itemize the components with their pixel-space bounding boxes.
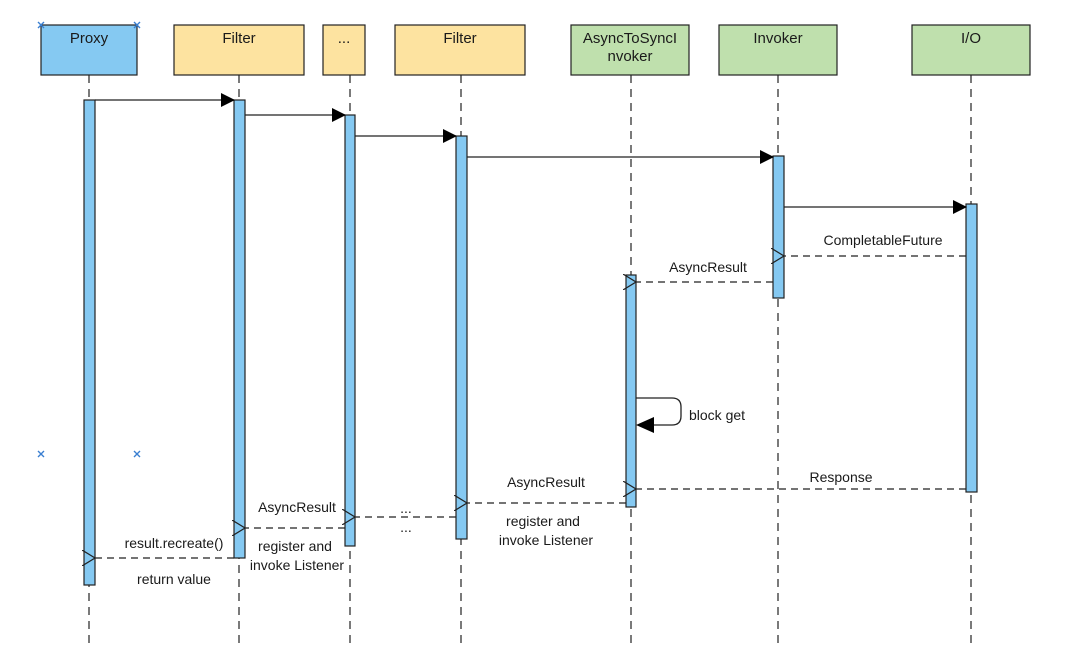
label-response: Response [809, 469, 872, 485]
activation-proxy [83, 99, 96, 586]
activation-async [625, 274, 637, 508]
participant-label: Filter [222, 30, 255, 47]
label-return-value: return value [137, 571, 211, 587]
message-labels: CompletableFuture AsyncResult block get … [125, 232, 943, 587]
label-register-line2: invoke Listener [499, 532, 594, 548]
label-completable-future: CompletableFuture [823, 232, 942, 248]
participant-label: Invoker [753, 30, 802, 47]
activation-filter1 [233, 99, 246, 559]
self-message-block-get [636, 397, 682, 433]
label-async-result: AsyncResult [669, 259, 747, 275]
participant-label-line2: nvoker [607, 48, 652, 65]
participant-filter1[interactable]: Filter [173, 24, 305, 76]
participant-label-line1: AsyncToSyncI [583, 30, 677, 47]
label-async-result: AsyncResult [258, 499, 336, 515]
activation-invoker [772, 155, 785, 299]
selection-handle-icon [133, 450, 141, 458]
label-block-get: block get [689, 407, 745, 423]
activation-filter2 [455, 135, 468, 540]
sync-messages [95, 93, 967, 214]
activation-io [965, 203, 978, 493]
lifelines [88, 75, 972, 648]
participant-label: I/O [961, 30, 981, 47]
label-ellipsis-sub: ... [400, 519, 412, 535]
label-register-line2: invoke Listener [250, 557, 345, 573]
participant-proxy[interactable]: Proxy [40, 24, 138, 76]
label-async-result: AsyncResult [507, 474, 585, 490]
label-register-line1: register and [506, 513, 580, 529]
label-register-line1: register and [258, 538, 332, 554]
selection-handle-icon [37, 450, 45, 458]
activation-ellipsis [344, 114, 356, 547]
participant-filter2[interactable]: Filter [394, 24, 526, 76]
participant-invoker[interactable]: Invoker [718, 24, 838, 76]
participant-async-to-sync-invoker[interactable]: AsyncToSyncI nvoker [570, 24, 690, 76]
participant-label: Proxy [70, 30, 109, 47]
participant-label: Filter [443, 30, 476, 47]
participant-ellipsis[interactable]: ... [322, 24, 366, 76]
sequence-diagram: Proxy Filter ... Filter AsyncToSyncI nvo… [37, 21, 1031, 648]
label-result-recreate: result.recreate() [125, 535, 224, 551]
participant-label: ... [338, 30, 351, 47]
participant-io[interactable]: I/O [911, 24, 1031, 76]
label-ellipsis: ... [400, 500, 412, 516]
